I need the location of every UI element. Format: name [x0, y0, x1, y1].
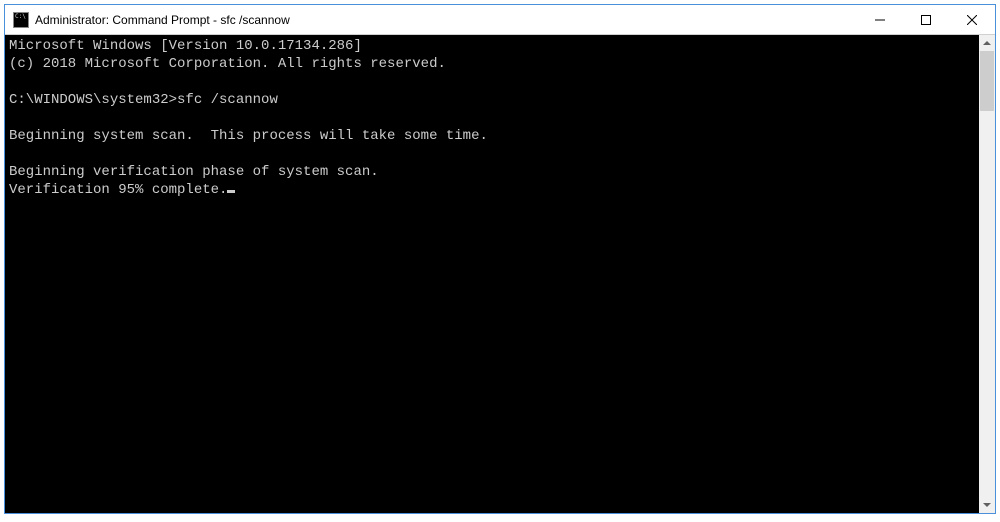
output-line: Verification 95% complete.	[9, 182, 227, 198]
cmd-icon	[13, 12, 29, 28]
maximize-icon	[921, 15, 931, 25]
text-cursor	[227, 190, 235, 193]
scroll-down-button[interactable]	[979, 497, 995, 513]
output-line: Microsoft Windows [Version 10.0.17134.28…	[9, 38, 362, 54]
window-title: Administrator: Command Prompt - sfc /sca…	[35, 13, 857, 27]
minimize-icon	[875, 15, 885, 25]
close-icon	[967, 15, 977, 25]
command-prompt-window: Administrator: Command Prompt - sfc /sca…	[4, 4, 996, 514]
window-controls	[857, 5, 995, 34]
client-area: Microsoft Windows [Version 10.0.17134.28…	[5, 35, 995, 513]
chevron-up-icon	[983, 41, 991, 45]
chevron-down-icon	[983, 503, 991, 507]
maximize-button[interactable]	[903, 5, 949, 34]
scrollbar-thumb[interactable]	[980, 51, 994, 111]
scrollbar-track[interactable]	[979, 51, 995, 497]
output-line: Beginning verification phase of system s…	[9, 164, 379, 180]
vertical-scrollbar[interactable]	[979, 35, 995, 513]
titlebar[interactable]: Administrator: Command Prompt - sfc /sca…	[5, 5, 995, 35]
close-button[interactable]	[949, 5, 995, 34]
output-line: Beginning system scan. This process will…	[9, 128, 488, 144]
prompt-line: C:\WINDOWS\system32>sfc /scannow	[9, 92, 278, 108]
scroll-up-button[interactable]	[979, 35, 995, 51]
terminal-output[interactable]: Microsoft Windows [Version 10.0.17134.28…	[5, 35, 979, 513]
output-line: (c) 2018 Microsoft Corporation. All righ…	[9, 56, 446, 72]
minimize-button[interactable]	[857, 5, 903, 34]
